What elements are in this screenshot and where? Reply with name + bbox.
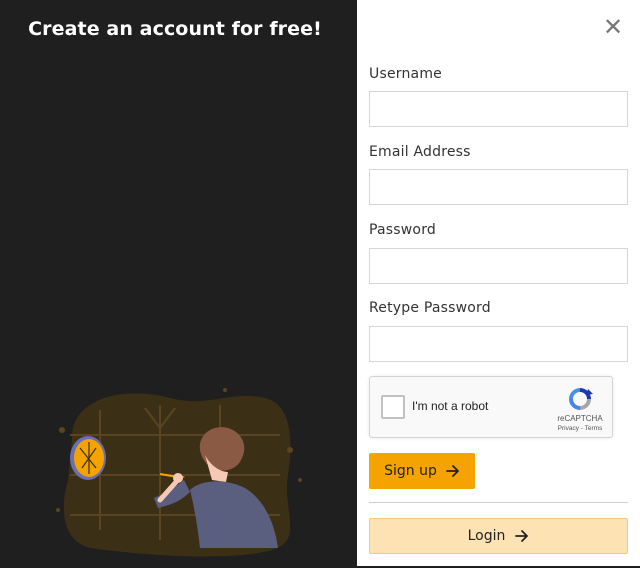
retype-password-label: Retype Password xyxy=(369,300,491,316)
username-input[interactable] xyxy=(369,91,628,127)
password-input[interactable] xyxy=(369,248,628,284)
arrow-right-icon xyxy=(445,465,459,477)
divider xyxy=(369,502,628,503)
retype-password-input[interactable] xyxy=(369,326,628,362)
recaptcha-brand: reCAPTCHA xyxy=(557,414,603,423)
signup-modal: ✕ Username Email Address Password Retype… xyxy=(357,0,640,566)
close-icon[interactable]: ✕ xyxy=(600,14,626,40)
login-button[interactable]: Login xyxy=(369,518,628,554)
email-label: Email Address xyxy=(369,144,471,160)
recaptcha-label: I'm not a robot xyxy=(412,399,489,413)
darts-illustration xyxy=(56,388,302,557)
recaptcha-checkbox[interactable] xyxy=(381,395,405,419)
signup-button[interactable]: Sign up xyxy=(369,453,475,489)
promo-panel: Create an account for free! xyxy=(0,0,357,568)
arrow-right-icon xyxy=(515,530,529,542)
signup-button-label: Sign up xyxy=(384,463,437,479)
email-input[interactable] xyxy=(369,169,628,205)
password-label: Password xyxy=(369,222,436,238)
recaptcha-privacy-terms-link[interactable]: Privacy - Terms xyxy=(552,425,608,432)
dartboard-icon xyxy=(70,436,106,480)
login-button-label: Login xyxy=(467,528,506,544)
username-label: Username xyxy=(369,66,442,82)
recaptcha-logo-icon xyxy=(569,388,593,410)
promo-headline: Create an account for free! xyxy=(28,18,322,40)
recaptcha-widget: I'm not a robot reCAPTCHA Privacy - Term… xyxy=(369,376,613,438)
